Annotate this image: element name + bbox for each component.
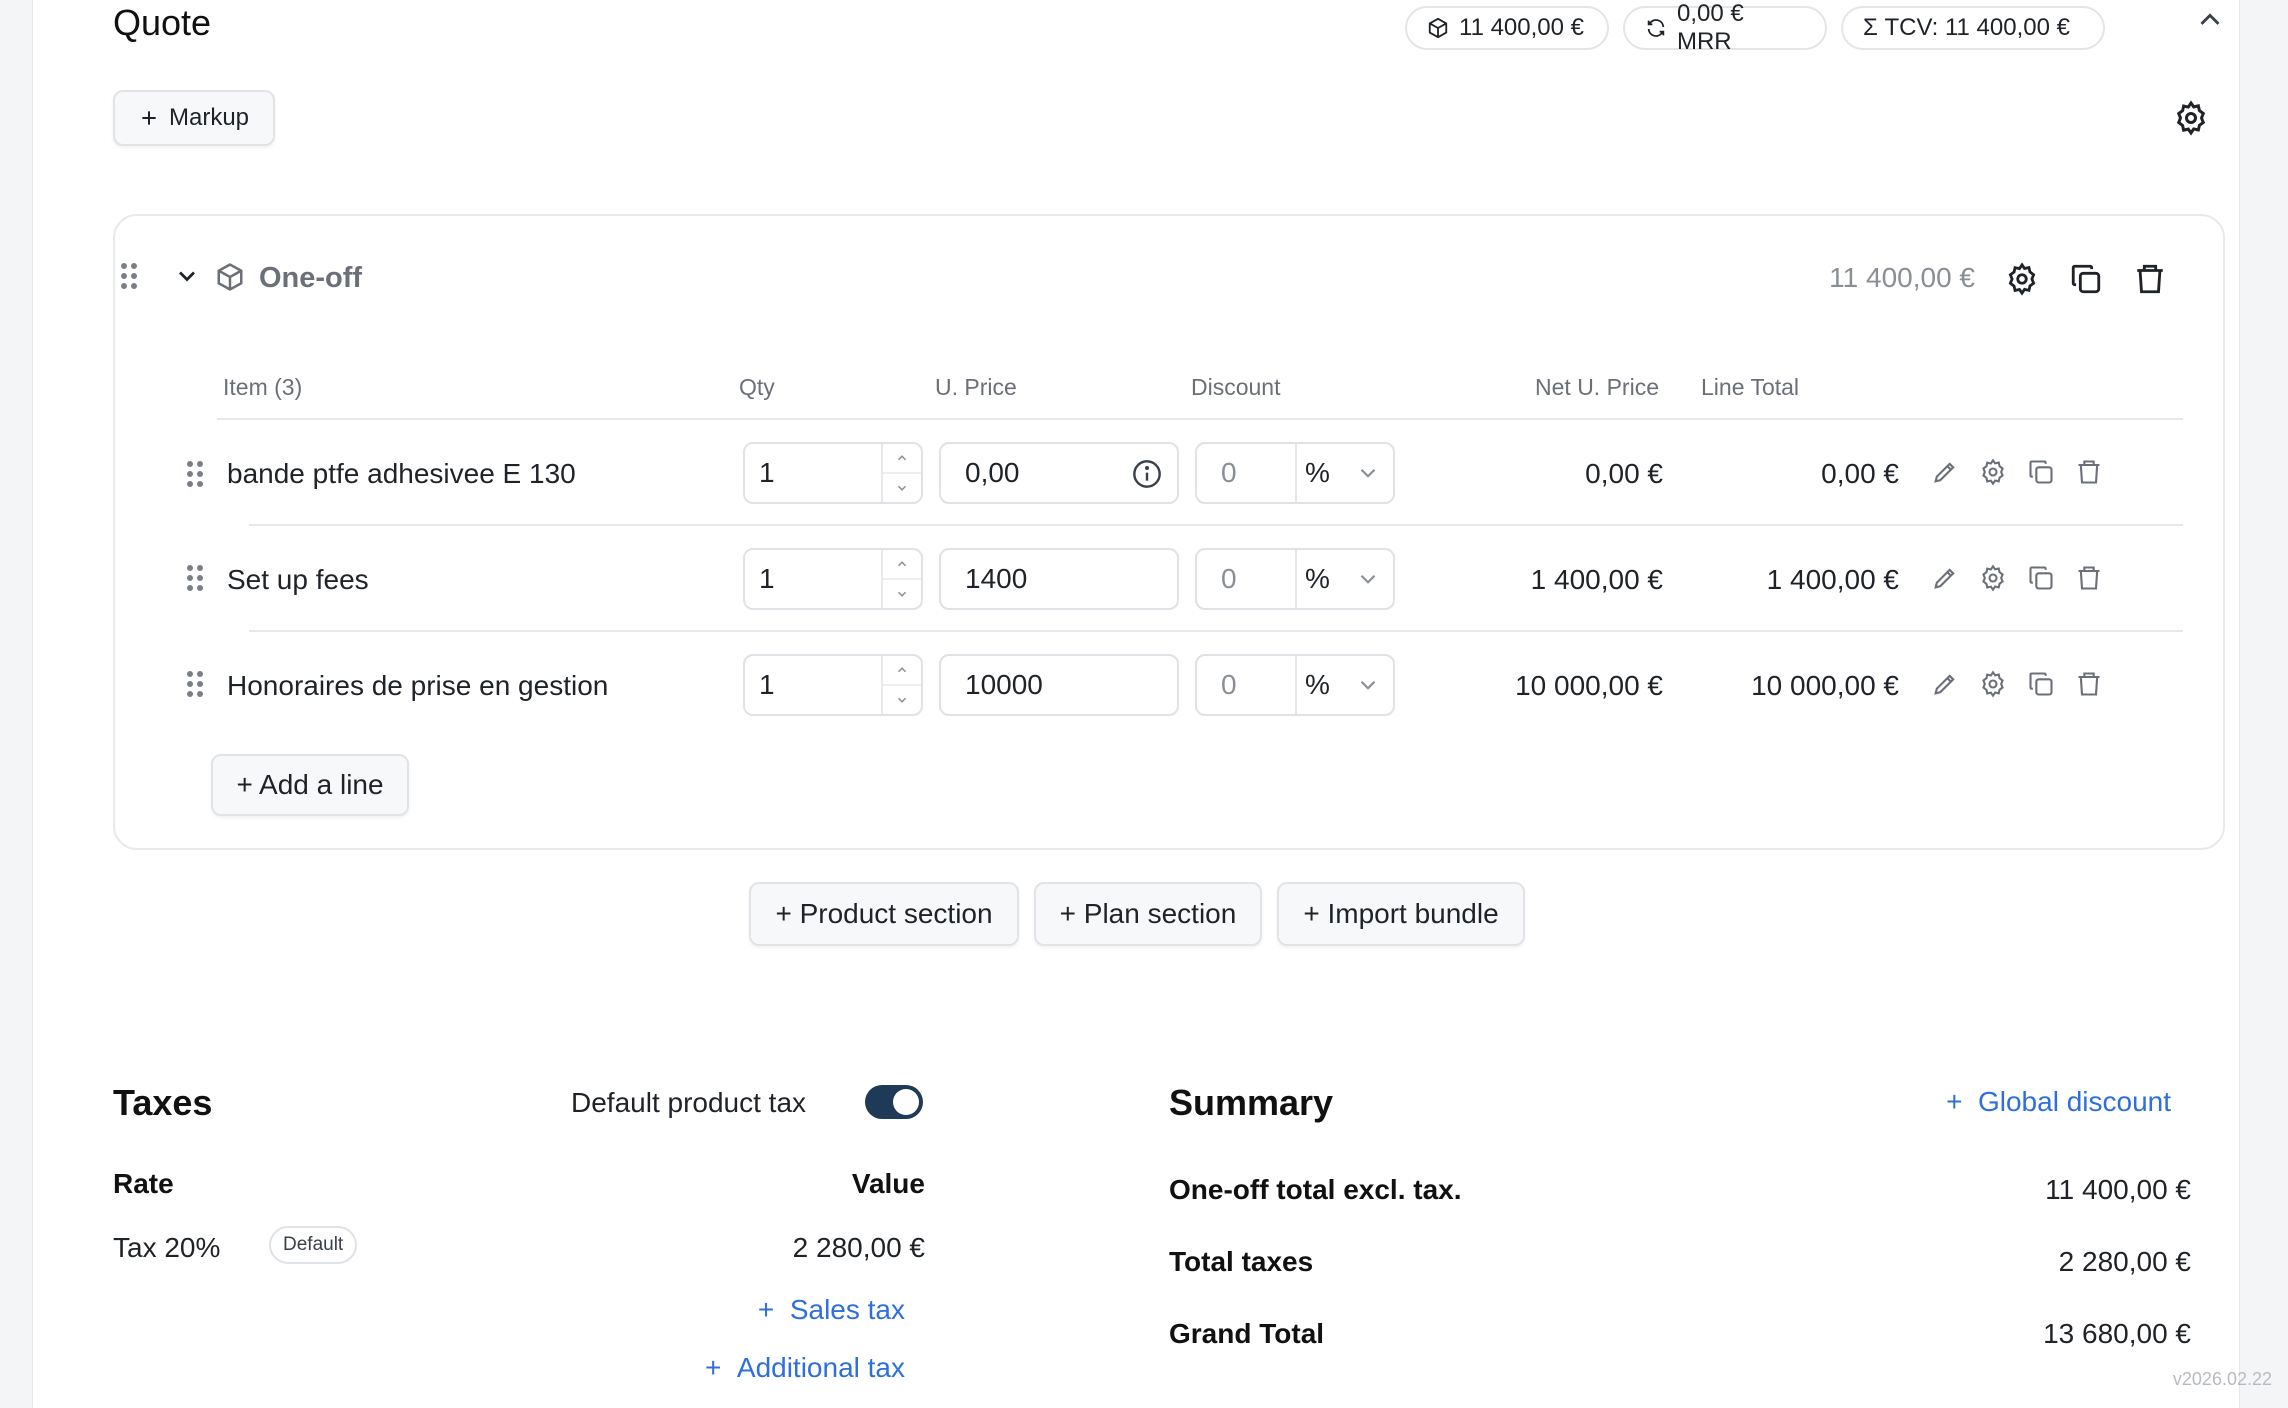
item-name[interactable]: Honoraires de prise en gestion [227,670,608,702]
version-label: v2026.02.22 [2172,1369,2272,1389]
chevron-down-icon[interactable] [1355,672,1381,698]
edit-pencil-icon[interactable] [1931,670,1959,698]
summary-grand-total-label: Grand Total [1169,1318,1325,1349]
drag-handle-icon[interactable] [119,262,139,290]
rate-header: Rate [113,1168,174,1199]
trash-icon[interactable] [2133,262,2167,296]
edit-pencil-icon[interactable] [1931,458,1959,486]
stepper-up-icon[interactable] [883,656,921,686]
quantity-stepper[interactable]: 1 [743,442,923,504]
edit-pencil-icon[interactable] [1931,564,1959,592]
add-additional-tax-link[interactable]: + Additional tax [653,1352,905,1384]
summary-taxes-label: Total taxes [1169,1246,1314,1277]
divider [217,418,2183,420]
drag-handle-icon[interactable] [185,564,205,592]
info-icon[interactable] [1131,458,1163,490]
duplicate-icon[interactable] [2027,458,2055,486]
stepper-up-icon[interactable] [883,444,921,474]
column-header-net: Net U. Price [1535,374,1659,400]
page-title: Quote [113,2,212,43]
plus-icon [142,111,156,125]
trash-icon[interactable] [2075,564,2103,592]
section-total: 11 400,00 € [1829,262,1975,293]
tcv-pill: Σ TCV: 11 400,00 € [1841,6,2105,50]
line-total: 10 000,00 € [1751,670,1899,701]
item-name[interactable]: Set up fees [227,564,369,596]
add-markup-button[interactable]: Markup [113,90,275,146]
divider [249,630,2183,632]
chevron-up-icon[interactable] [2193,4,2227,38]
duplicate-icon[interactable] [2027,564,2055,592]
quote-page: Quote 11 400,00 € 0,00 € MRR Σ TCV: 11 4… [32,0,2240,1408]
summary-title: Summary [1169,1082,1334,1123]
section-name: One-off [259,262,363,294]
summary-grand-total-value: 13 680,00 € [2043,1318,2191,1349]
chevron-down-icon[interactable] [173,262,201,290]
unit-price-input[interactable]: 1400 [939,548,1179,610]
one-off-total-pill: 11 400,00 € [1405,6,1609,50]
add-plan-section-button[interactable]: + Plan section [1034,882,1262,946]
row-settings-icon[interactable] [1979,458,2007,486]
drag-handle-icon[interactable] [185,670,205,698]
mrr-pill: 0,00 € MRR [1623,0,1827,55]
column-header-qty: Qty [739,374,775,400]
import-bundle-button[interactable]: + Import bundle [1277,882,1525,946]
divider [249,524,2183,526]
column-header-uprice: U. Price [935,374,1017,400]
summary-one-off-value: 11 400,00 € [2045,1174,2191,1205]
net-unit-price: 1 400,00 € [1530,564,1663,595]
plus-icon: + [1946,1086,1978,1117]
chevron-down-icon[interactable] [1355,460,1381,486]
value-header: Value [851,1168,925,1199]
drag-handle-icon[interactable] [185,460,205,488]
default-product-tax-toggle[interactable] [865,1085,923,1119]
taxes-title: Taxes [113,1082,213,1123]
column-header-line-total: Line Total [1701,374,1800,400]
box-icon [1428,17,1448,39]
box-icon [217,263,243,291]
trash-icon[interactable] [2075,458,2103,486]
one-off-section [113,214,2225,850]
row-settings-icon[interactable] [1979,670,2007,698]
unit-price-input[interactable]: 10000 [939,654,1179,716]
item-name[interactable]: bande ptfe adhesivee E 130 [227,458,576,490]
net-unit-price: 10 000,00 € [1515,670,1663,701]
default-product-tax-label: Default product tax [571,1087,807,1118]
column-header-discount: Discount [1191,374,1281,400]
stepper-down-icon[interactable] [883,686,921,714]
stepper-down-icon[interactable] [883,474,921,502]
line-total: 0,00 € [1821,458,1899,489]
section-settings-icon[interactable] [2005,262,2039,296]
quantity-stepper[interactable]: 1 [743,654,923,716]
unit-price-input[interactable]: 0,00 [939,442,1179,504]
chevron-down-icon[interactable] [1355,566,1381,592]
default-badge: Default [269,1226,358,1264]
duplicate-icon[interactable] [2069,262,2103,296]
duplicate-icon[interactable] [2027,670,2055,698]
row-settings-icon[interactable] [1979,564,2007,592]
plus-icon: + [704,1352,737,1383]
discount-input[interactable]: 0 % [1195,548,1395,610]
summary-one-off-label: One-off total excl. tax. [1169,1174,1462,1205]
quantity-stepper[interactable]: 1 [743,548,923,610]
add-line-button[interactable]: + Add a line [211,754,409,816]
settings-gear-icon[interactable] [2173,100,2209,136]
line-total: 1 400,00 € [1766,564,1899,595]
discount-input[interactable]: 0 % [1195,654,1395,716]
stepper-up-icon[interactable] [883,550,921,580]
add-sales-tax-link[interactable]: + Sales tax [723,1294,905,1326]
column-header-item: Item (3) [223,374,303,400]
plus-icon: + [757,1294,790,1325]
refresh-icon [1647,19,1665,37]
trash-icon[interactable] [2075,670,2103,698]
summary-taxes-value: 2 280,00 € [2058,1246,2191,1277]
stepper-down-icon[interactable] [883,580,921,608]
net-unit-price: 0,00 € [1585,458,1663,489]
global-discount-link[interactable]: + Global discount [1893,1086,2171,1118]
tax-value: 2 280,00 € [792,1232,925,1263]
discount-input[interactable]: 0 % [1195,442,1395,504]
tax-rate-name: Tax 20% [113,1232,221,1263]
add-product-section-button[interactable]: + Product section [749,882,1019,946]
